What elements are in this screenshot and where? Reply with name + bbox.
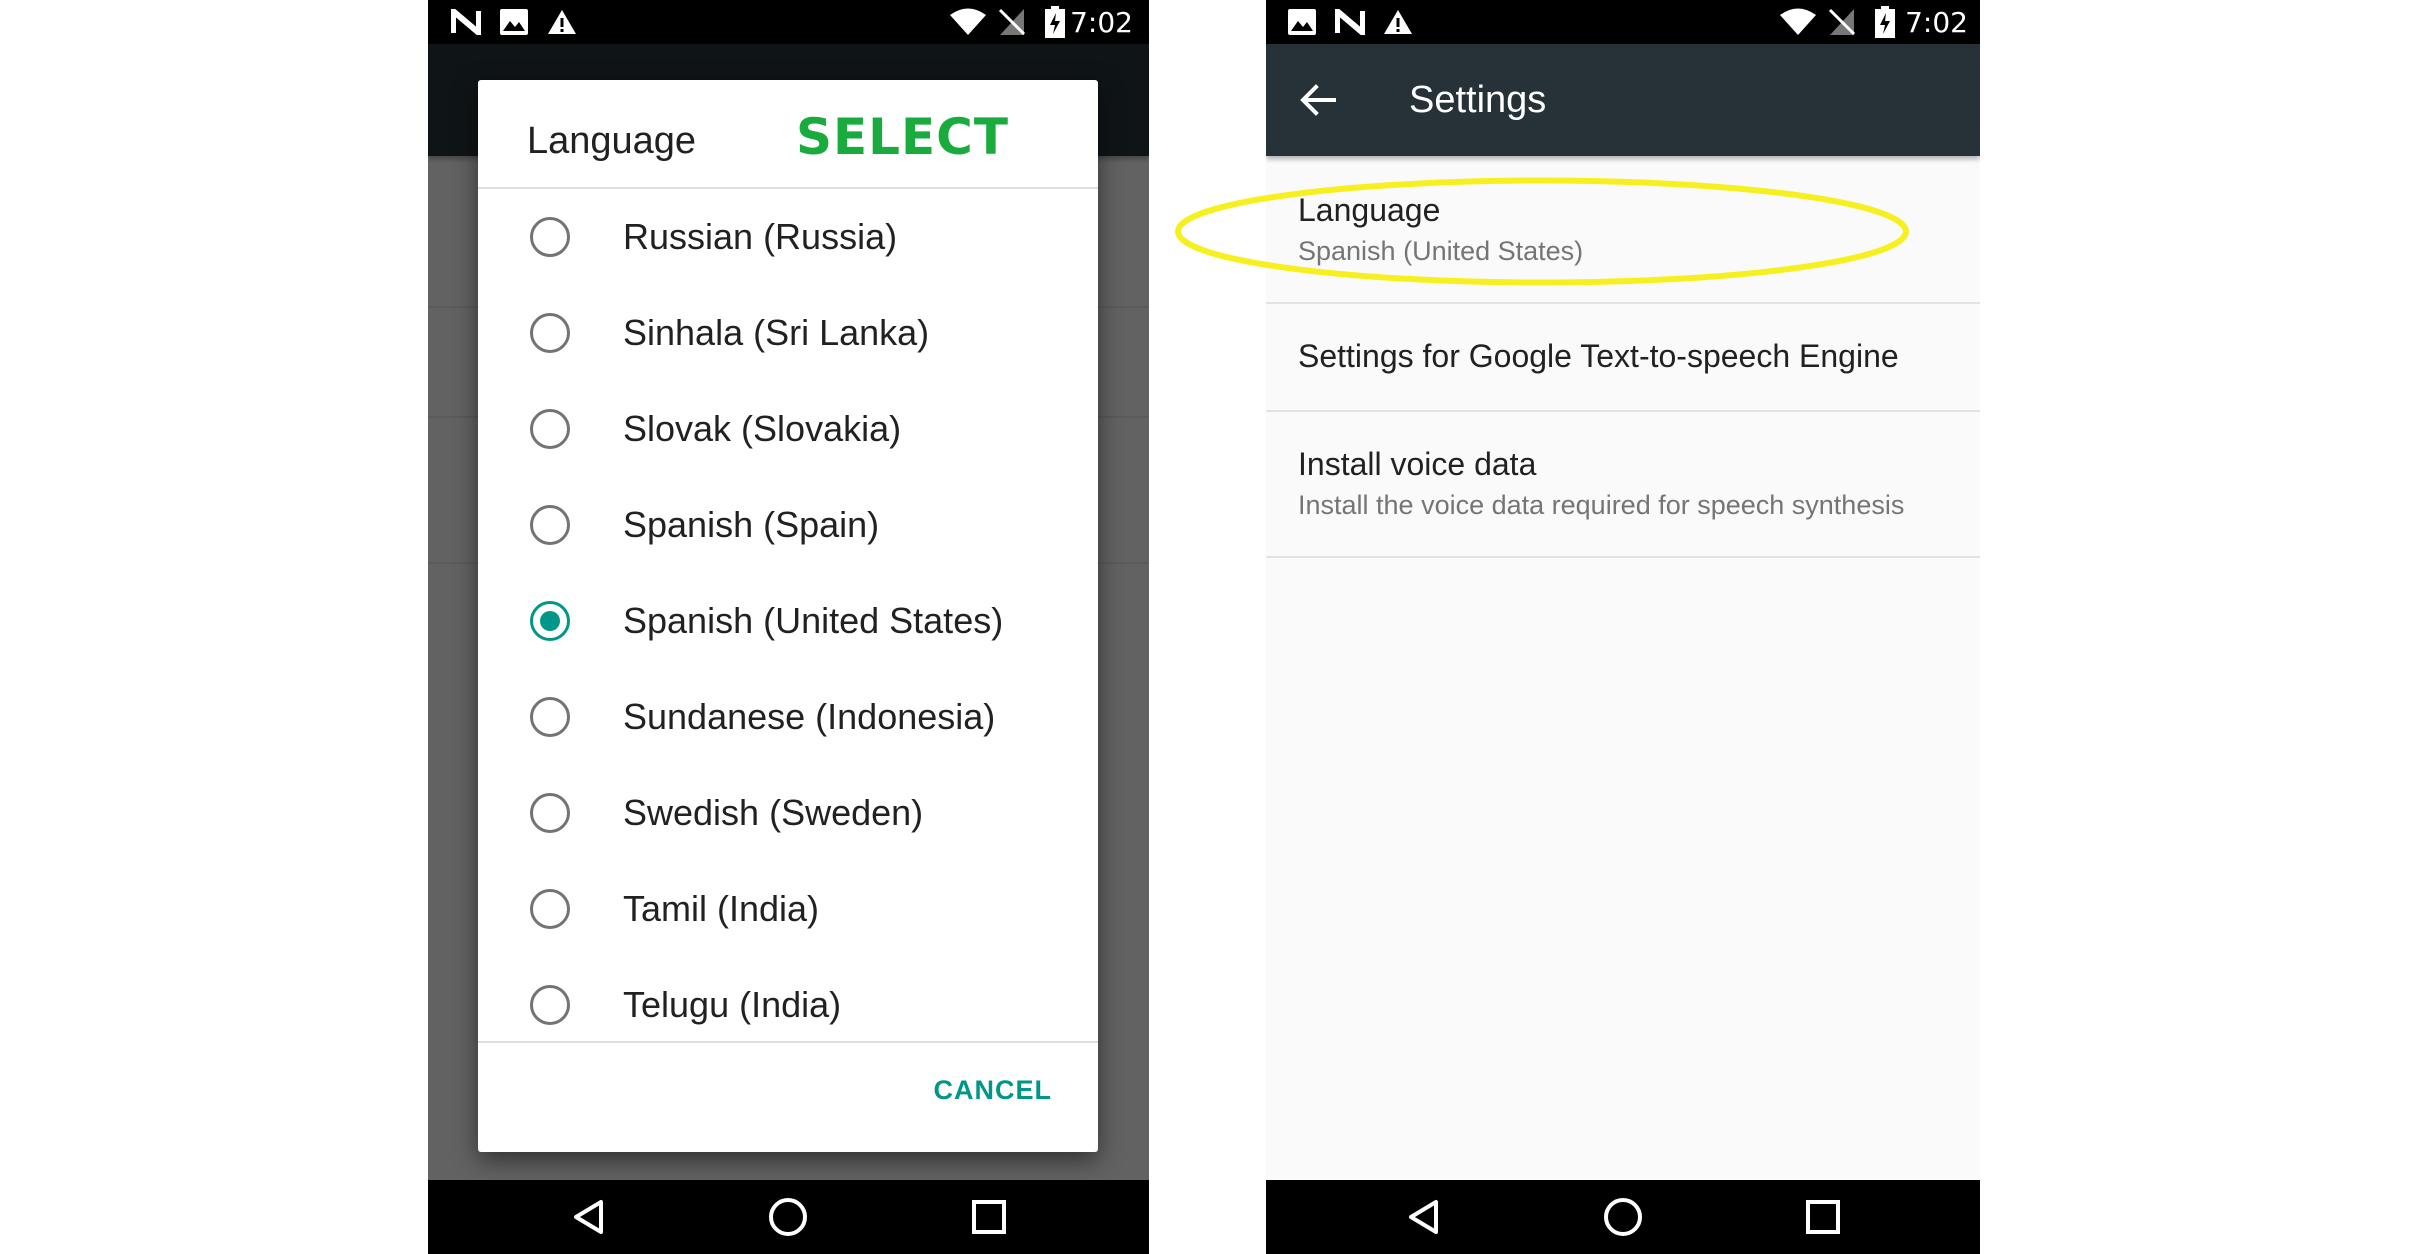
left-phone-screen: 7:02 Language Russian (Russia) Sinhala (… xyxy=(428,0,1149,1254)
pref-summary: Install the voice data required for spee… xyxy=(1298,490,1905,520)
n-logo-icon xyxy=(1332,0,1368,44)
warning-icon xyxy=(546,0,578,44)
no-sim-icon xyxy=(1824,0,1860,44)
language-option-spanish-spain[interactable]: Spanish (Spain) xyxy=(478,477,1098,573)
language-option-sinhala[interactable]: Sinhala (Sri Lanka) xyxy=(478,285,1098,381)
radio-button[interactable] xyxy=(530,313,570,353)
radio-button[interactable] xyxy=(530,697,570,737)
image-icon xyxy=(1286,0,1318,44)
option-label: Sundanese (Indonesia) xyxy=(623,696,996,737)
image-icon xyxy=(498,0,530,44)
pref-tts-engine-settings[interactable]: Settings for Google Text-to-speech Engin… xyxy=(1266,302,1980,412)
option-label: Spanish (Spain) xyxy=(623,504,880,545)
dialog-divider xyxy=(478,1041,1098,1043)
radio-button[interactable] xyxy=(530,409,570,449)
pref-title: Install voice data xyxy=(1298,446,1537,482)
home-circle-icon[interactable] xyxy=(748,1180,828,1254)
radio-button[interactable] xyxy=(530,793,570,833)
status-bar: 7:02 xyxy=(1266,0,1980,44)
language-list[interactable]: Russian (Russia) Sinhala (Sri Lanka) Slo… xyxy=(478,189,1098,1041)
radio-button[interactable] xyxy=(530,889,570,929)
option-label: Russian (Russia) xyxy=(623,216,898,257)
pref-install-voice-data[interactable]: Install voice data Install the voice dat… xyxy=(1266,410,1980,558)
highlight-ellipse xyxy=(1172,174,1912,289)
language-option-slovak[interactable]: Slovak (Slovakia) xyxy=(478,381,1098,477)
language-option-russian[interactable]: Russian (Russia) xyxy=(478,189,1098,285)
recents-square-icon[interactable] xyxy=(949,1180,1029,1254)
status-time: 7:02 xyxy=(1070,6,1133,39)
app-bar: Settings xyxy=(1266,44,1980,156)
language-option-swedish[interactable]: Swedish (Sweden) xyxy=(478,765,1098,861)
option-label: Spanish (United States) xyxy=(623,600,1004,641)
dialog-title: Language xyxy=(527,120,697,162)
back-triangle-icon[interactable] xyxy=(1384,1180,1464,1254)
cancel-button[interactable]: CANCEL xyxy=(934,1075,1053,1106)
radio-button[interactable] xyxy=(530,985,570,1025)
radio-button[interactable] xyxy=(530,505,570,545)
language-option-tamil[interactable]: Tamil (India) xyxy=(478,861,1098,957)
radio-button-selected[interactable] xyxy=(530,601,570,641)
option-label: Tamil (India) xyxy=(623,888,820,929)
radio-button[interactable] xyxy=(530,217,570,257)
language-option-telugu[interactable]: Telugu (India) xyxy=(478,957,1098,1041)
no-sim-icon xyxy=(994,0,1030,44)
nav-bar xyxy=(428,1180,1149,1254)
back-arrow-icon[interactable] xyxy=(1290,72,1346,128)
battery-charging-icon xyxy=(1040,0,1070,44)
option-label: Swedish (Sweden) xyxy=(623,792,924,833)
status-time: 7:02 xyxy=(1905,6,1968,39)
language-dialog: Language Russian (Russia) Sinhala (Sri L… xyxy=(478,80,1098,1152)
status-bar: 7:02 xyxy=(428,0,1149,44)
recents-square-icon[interactable] xyxy=(1783,1180,1863,1254)
home-circle-icon[interactable] xyxy=(1583,1180,1663,1254)
back-triangle-icon[interactable] xyxy=(549,1180,629,1254)
n-logo-icon xyxy=(448,0,484,44)
option-label: Sinhala (Sri Lanka) xyxy=(623,312,930,353)
wifi-icon xyxy=(1778,0,1818,44)
battery-charging-icon xyxy=(1870,0,1900,44)
wifi-icon xyxy=(948,0,988,44)
select-annotation: SELECT xyxy=(796,108,1009,166)
option-label: Slovak (Slovakia) xyxy=(623,408,902,449)
language-option-sundanese[interactable]: Sundanese (Indonesia) xyxy=(478,669,1098,765)
nav-bar xyxy=(1266,1180,1980,1254)
pref-title: Settings for Google Text-to-speech Engin… xyxy=(1298,338,1899,374)
option-label: Telugu (India) xyxy=(623,984,842,1025)
page-title: Settings xyxy=(1409,79,1547,121)
language-option-spanish-us[interactable]: Spanish (United States) xyxy=(478,573,1098,669)
warning-icon xyxy=(1382,0,1414,44)
